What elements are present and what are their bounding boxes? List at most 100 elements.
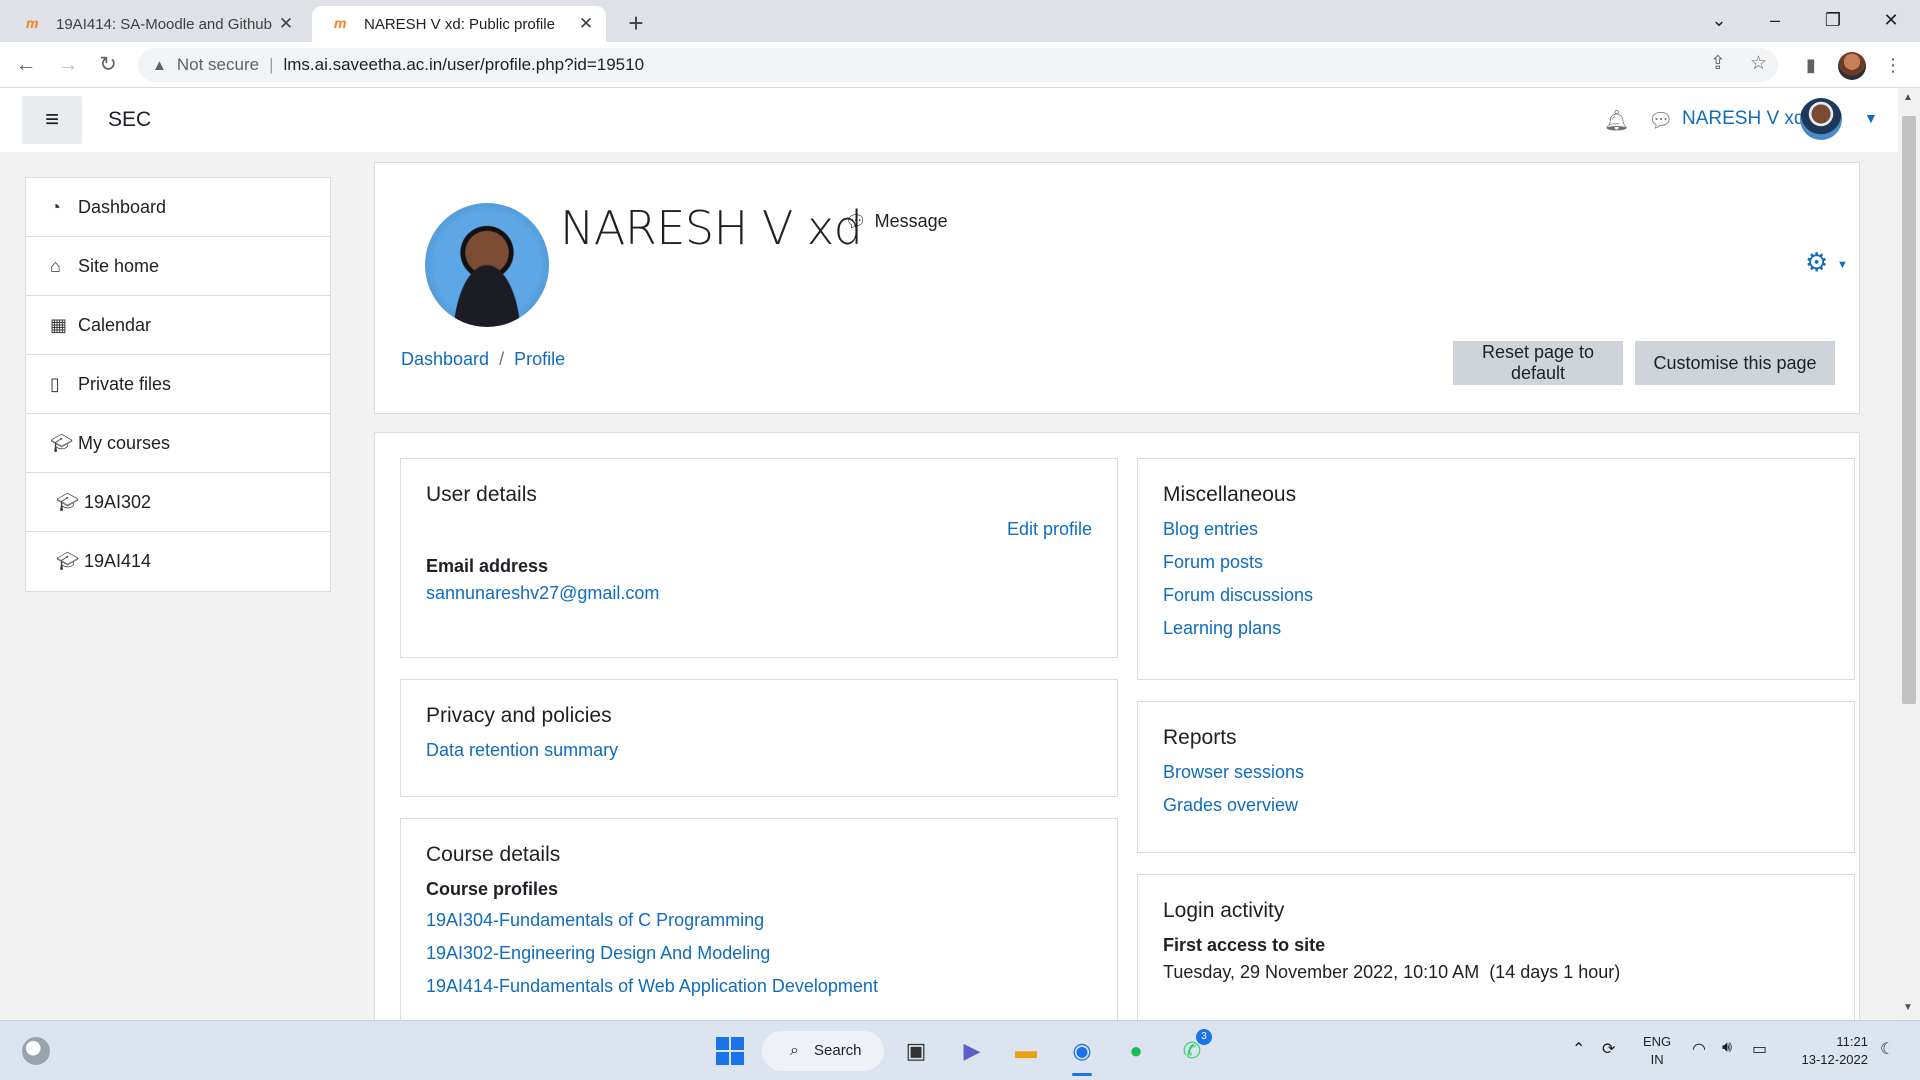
taskbar-search[interactable]: ⌕ Search bbox=[762, 1031, 884, 1071]
course-link[interactable]: 19AI414-Fundamentals of Web Application … bbox=[426, 976, 878, 996]
drawer-item-label: Site home bbox=[78, 255, 160, 276]
breadcrumb-separator: / bbox=[499, 349, 505, 369]
graduation-cap-icon: 🎓︎ bbox=[56, 551, 79, 571]
message-button[interactable]: 💬︎ Message bbox=[845, 211, 948, 232]
browser-profile-avatar[interactable] bbox=[1838, 52, 1866, 80]
drawer-item-calendar[interactable]: ▦ Calendar bbox=[26, 296, 330, 355]
tab-close-icon[interactable]: ✕ bbox=[576, 14, 596, 34]
wifi-icon[interactable]: ◠ bbox=[1692, 1039, 1706, 1059]
email-label: Email address bbox=[426, 556, 549, 576]
chat-icon[interactable]: ▶ bbox=[952, 1031, 992, 1071]
forward-icon[interactable]: → bbox=[52, 49, 84, 81]
browser-tab-moodle-github[interactable]: m 19AI414: SA-Moodle and Github ✕ bbox=[4, 6, 306, 42]
drawer-item-private-files[interactable]: ▯ Private files bbox=[26, 355, 330, 414]
breadcrumb-profile[interactable]: Profile bbox=[514, 349, 565, 370]
main-region: NARESH V xd 💬︎ Message ⚙ ▼ Dashboard / P… bbox=[356, 152, 1898, 1020]
moodle-favicon-icon: m bbox=[334, 15, 347, 31]
drawer-item-label: Private files bbox=[78, 373, 172, 394]
nav-drawer: ◔ Dashboard ⌂ Site home ▦ Calendar ▯ Pri… bbox=[0, 152, 356, 1020]
share-icon[interactable]: ⇪ bbox=[1710, 52, 1726, 75]
warning-icon[interactable]: ▲ bbox=[152, 57, 167, 74]
tab-search-chevron-icon[interactable]: ⌄ bbox=[1694, 4, 1744, 36]
volume-icon[interactable]: 🔊︎ bbox=[1722, 1039, 1732, 1057]
browser-sessions-link[interactable]: Browser sessions bbox=[1163, 762, 1304, 782]
drawer-item-label: Dashboard bbox=[78, 196, 167, 217]
page-scrollbar[interactable]: ▲ ▼ bbox=[1898, 88, 1920, 1020]
miscellaneous-section: Miscellaneous Blog entries Forum posts F… bbox=[1137, 458, 1855, 680]
section-title: Miscellaneous bbox=[1163, 483, 1297, 506]
close-window-icon[interactable]: ✕ bbox=[1866, 4, 1916, 36]
profile-content: User details Edit profile Email address … bbox=[374, 432, 1860, 1020]
tab-title: 19AI414: SA-Moodle and Github bbox=[56, 15, 272, 33]
drawer-item-site-home[interactable]: ⌂ Site home bbox=[26, 237, 330, 296]
forum-posts-link[interactable]: Forum posts bbox=[1163, 552, 1263, 572]
reload-icon[interactable]: ↻ bbox=[92, 49, 124, 81]
reset-page-button[interactable]: Reset page to default bbox=[1453, 341, 1623, 385]
user-menu-name[interactable]: NARESH V xd bbox=[1682, 108, 1804, 130]
drawer-toggle-button[interactable]: ≡ bbox=[22, 96, 82, 144]
tab-close-icon[interactable]: ✕ bbox=[276, 14, 296, 34]
caret-down-icon[interactable]: ▼ bbox=[1864, 110, 1878, 126]
region-code: IN bbox=[1650, 1052, 1664, 1067]
drawer-item-dashboard[interactable]: ◔ Dashboard bbox=[26, 178, 330, 237]
clock-time: 11:21 bbox=[1836, 1034, 1868, 1049]
grades-overview-link[interactable]: Grades overview bbox=[1163, 795, 1298, 815]
drawer-item-my-courses[interactable]: 🎓︎ My courses bbox=[26, 414, 330, 473]
side-panel-icon[interactable]: ▮ bbox=[1796, 50, 1826, 80]
forum-discussions-link[interactable]: Forum discussions bbox=[1163, 585, 1313, 605]
edit-profile-link[interactable]: Edit profile bbox=[1007, 519, 1092, 539]
course-link[interactable]: 19AI304-Fundamentals of C Programming bbox=[426, 910, 764, 930]
security-label[interactable]: Not secure bbox=[177, 55, 259, 75]
tray-chevron-icon[interactable]: ⌃ bbox=[1572, 1039, 1585, 1059]
language-code: ENG bbox=[1643, 1034, 1672, 1049]
user-avatar[interactable] bbox=[1800, 98, 1842, 140]
windows-start-icon[interactable] bbox=[716, 1037, 744, 1065]
notification-bell-icon[interactable]: 🔔︎ bbox=[1604, 108, 1629, 133]
address-bar[interactable]: ▲ Not secure | lms.ai.saveetha.ac.in/use… bbox=[138, 48, 1778, 82]
breadcrumb-dashboard[interactable]: Dashboard bbox=[401, 349, 489, 370]
moodle-favicon-icon: m bbox=[26, 15, 39, 31]
drawer-item-course-19ai302[interactable]: 🎓︎ 19AI302 bbox=[26, 473, 330, 532]
restore-icon[interactable]: ❐ bbox=[1808, 4, 1858, 36]
bookmark-star-icon[interactable]: ☆ bbox=[1750, 52, 1767, 75]
file-explorer-icon[interactable]: ▬ bbox=[1006, 1031, 1046, 1071]
spotify-icon[interactable]: ● bbox=[1116, 1031, 1156, 1071]
battery-icon[interactable]: ▭ bbox=[1752, 1039, 1767, 1059]
scroll-up-arrow-icon[interactable]: ▲ bbox=[1903, 92, 1913, 103]
new-tab-button[interactable]: + bbox=[620, 8, 652, 40]
scroll-down-arrow-icon[interactable]: ▼ bbox=[1903, 1002, 1913, 1013]
weather-icon[interactable] bbox=[22, 1037, 50, 1065]
browser-tab-public-profile[interactable]: m NARESH V xd: Public profile ✕ bbox=[312, 6, 606, 42]
drawer-item-course-19ai414[interactable]: 🎓︎ 19AI414 bbox=[26, 532, 330, 591]
course-link[interactable]: 19AI302-Engineering Design And Modeling bbox=[426, 943, 770, 963]
site-name[interactable]: SEC bbox=[108, 108, 151, 132]
data-retention-link[interactable]: Data retention summary bbox=[426, 740, 618, 760]
customise-page-button[interactable]: Customise this page bbox=[1635, 341, 1835, 385]
caret-down-icon[interactable]: ▼ bbox=[1837, 259, 1848, 271]
url-text[interactable]: lms.ai.saveetha.ac.in/user/profile.php?i… bbox=[283, 55, 644, 75]
file-icon: ▯ bbox=[50, 373, 60, 394]
minimize-icon[interactable]: – bbox=[1750, 4, 1800, 36]
chrome-icon[interactable]: ◉ bbox=[1062, 1031, 1102, 1071]
login-activity-section: Login activity First access to site Tues… bbox=[1137, 874, 1855, 1020]
blog-entries-link[interactable]: Blog entries bbox=[1163, 519, 1258, 539]
browser-menu-icon[interactable]: ⋮ bbox=[1878, 50, 1908, 80]
active-app-indicator bbox=[1072, 1073, 1092, 1076]
notification-center-icon[interactable]: ☾ bbox=[1880, 1039, 1894, 1059]
section-title: Reports bbox=[1163, 726, 1237, 749]
drawer-item-label: Calendar bbox=[78, 314, 152, 335]
privacy-section: Privacy and policies Data retention summ… bbox=[400, 679, 1118, 797]
scrollbar-thumb[interactable] bbox=[1902, 116, 1916, 704]
language-indicator[interactable]: ENG IN bbox=[1643, 1033, 1671, 1069]
search-label: Search bbox=[814, 1042, 862, 1059]
task-view-icon[interactable]: ▣ bbox=[896, 1031, 936, 1071]
system-clock[interactable]: 11:21 13-12-2022 bbox=[1792, 1033, 1869, 1069]
learning-plans-link[interactable]: Learning plans bbox=[1163, 618, 1281, 638]
messages-icon[interactable]: 💬︎ bbox=[1648, 108, 1673, 133]
email-link[interactable]: sannunareshv27@gmail.com bbox=[426, 583, 659, 603]
browser-tab-strip: m 19AI414: SA-Moodle and Github ✕ m NARE… bbox=[0, 0, 1920, 42]
gear-icon[interactable]: ⚙ bbox=[1805, 247, 1828, 278]
sync-icon[interactable]: ⟳ bbox=[1602, 1039, 1615, 1059]
back-icon[interactable]: ← bbox=[10, 49, 42, 81]
dashboard-icon: ◔ bbox=[50, 196, 61, 217]
